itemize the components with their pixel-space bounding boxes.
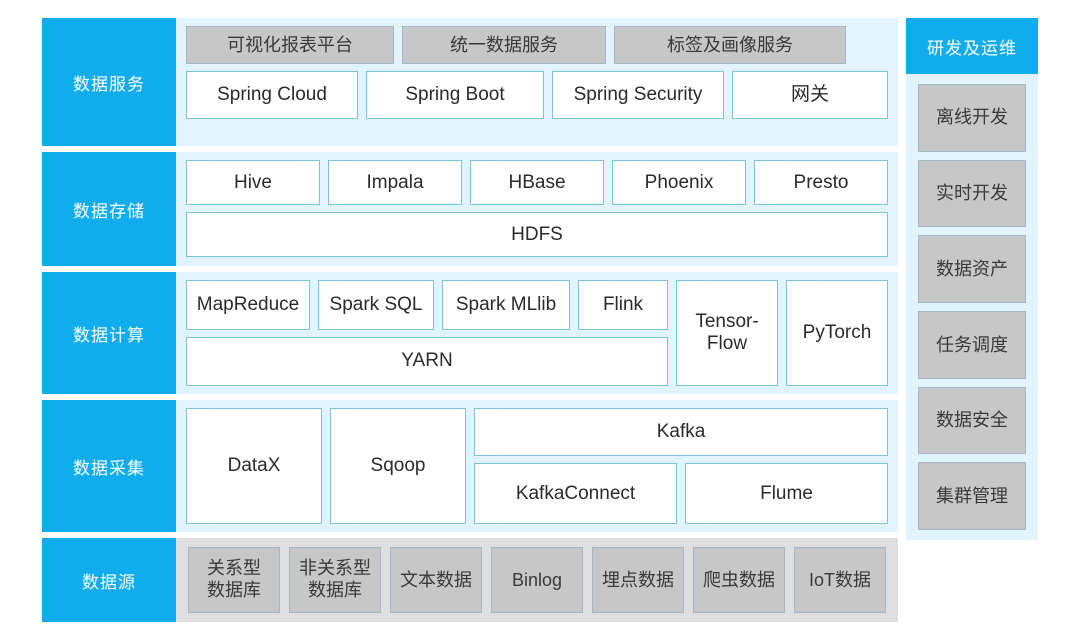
- storage-hdfs-row: HDFS: [186, 212, 888, 257]
- box-kafka[interactable]: Kafka: [474, 408, 888, 456]
- layer-stack: 数据服务 可视化报表平台 统一数据服务 标签及画像服务 Spring Cloud…: [42, 18, 898, 624]
- sidebar-item-data-security[interactable]: 数据安全: [918, 386, 1026, 455]
- service-framework-row: Spring Cloud Spring Boot Spring Security…: [186, 71, 888, 119]
- compute-engine-row: MapReduce Spark SQL Spark MLlib Flink: [186, 280, 668, 330]
- service-platform-row: 可视化报表平台 统一数据服务 标签及画像服务: [186, 26, 888, 64]
- kafka-bottom-row: KafkaConnect Flume: [474, 463, 888, 524]
- compute-main-group: MapReduce Spark SQL Spark MLlib Flink YA…: [186, 280, 668, 386]
- sidebar-item-offline-development[interactable]: 离线开发: [918, 84, 1026, 152]
- layer-label-data-service: 数据服务: [42, 18, 176, 146]
- sidebar-header-devops: 研发及运维: [906, 18, 1038, 74]
- box-sqoop[interactable]: Sqoop: [330, 408, 466, 524]
- box-visual-report-platform[interactable]: 可视化报表平台: [186, 26, 394, 64]
- box-tensorflow[interactable]: Tensor- Flow: [676, 280, 778, 386]
- sidebar-item-list: 离线开发 实时开发 数据资产 任务调度 数据安全 集群管理: [906, 74, 1038, 540]
- box-spring-boot[interactable]: Spring Boot: [366, 71, 544, 119]
- box-mapreduce[interactable]: MapReduce: [186, 280, 310, 330]
- architecture-diagram: 数据服务 可视化报表平台 统一数据服务 标签及画像服务 Spring Cloud…: [0, 0, 1080, 641]
- box-hive[interactable]: Hive: [186, 160, 320, 205]
- box-spark-mllib[interactable]: Spark MLlib: [442, 280, 570, 330]
- layer-body-data-source: 关系型 数据库 非关系型 数据库 文本数据 Binlog 埋点数据 爬虫数据 I…: [176, 538, 898, 622]
- kafka-top-row: Kafka: [474, 408, 888, 456]
- layer-body-data-collect: DataX Sqoop Kafka KafkaConnect Flume: [176, 400, 898, 532]
- box-text-data[interactable]: 文本数据: [390, 547, 482, 613]
- sidebar-item-data-asset[interactable]: 数据资产: [918, 235, 1026, 304]
- layer-body-data-compute: MapReduce Spark SQL Spark MLlib Flink YA…: [176, 272, 898, 394]
- box-crawler-data[interactable]: 爬虫数据: [693, 547, 785, 613]
- box-binlog[interactable]: Binlog: [491, 547, 583, 613]
- layer-body-data-storage: Hive Impala HBase Phoenix Presto HDFS: [176, 152, 898, 266]
- box-unified-data-service[interactable]: 统一数据服务: [402, 26, 606, 64]
- layer-body-data-service: 可视化报表平台 统一数据服务 标签及画像服务 Spring Cloud Spri…: [176, 18, 898, 146]
- box-tag-and-profile-service[interactable]: 标签及画像服务: [614, 26, 846, 64]
- layer-label-data-storage: 数据存储: [42, 152, 176, 266]
- box-spring-security[interactable]: Spring Security: [552, 71, 724, 119]
- devops-sidebar: 研发及运维 离线开发 实时开发 数据资产 任务调度 数据安全 集群管理: [906, 18, 1038, 540]
- box-hdfs[interactable]: HDFS: [186, 212, 888, 257]
- box-presto[interactable]: Presto: [754, 160, 888, 205]
- box-impala[interactable]: Impala: [328, 160, 462, 205]
- box-flink[interactable]: Flink: [578, 280, 668, 330]
- sidebar-item-cluster-management[interactable]: 集群管理: [918, 462, 1026, 531]
- box-datax[interactable]: DataX: [186, 408, 322, 524]
- layer-data-service: 数据服务 可视化报表平台 统一数据服务 标签及画像服务 Spring Cloud…: [42, 18, 898, 146]
- layer-data-storage: 数据存储 Hive Impala HBase Phoenix Presto HD…: [42, 152, 898, 266]
- box-tracking-data[interactable]: 埋点数据: [592, 547, 684, 613]
- box-flume[interactable]: Flume: [685, 463, 888, 524]
- box-spring-cloud[interactable]: Spring Cloud: [186, 71, 358, 119]
- sidebar-item-task-scheduling[interactable]: 任务调度: [918, 311, 1026, 379]
- layer-data-compute: 数据计算 MapReduce Spark SQL Spark MLlib Fli…: [42, 272, 898, 394]
- layer-data-collect: 数据采集 DataX Sqoop Kafka KafkaConnect Flum…: [42, 400, 898, 532]
- compute-yarn-row: YARN: [186, 336, 668, 386]
- storage-engine-row: Hive Impala HBase Phoenix Presto: [186, 160, 888, 205]
- box-relational-database[interactable]: 关系型 数据库: [188, 547, 280, 613]
- box-hbase[interactable]: HBase: [470, 160, 604, 205]
- kafka-group: Kafka KafkaConnect Flume: [474, 408, 888, 524]
- layer-label-data-collect: 数据采集: [42, 400, 176, 532]
- box-spark-sql[interactable]: Spark SQL: [318, 280, 434, 330]
- box-yarn[interactable]: YARN: [186, 336, 668, 386]
- layer-label-data-compute: 数据计算: [42, 272, 176, 394]
- box-gateway[interactable]: 网关: [732, 71, 888, 119]
- box-pytorch[interactable]: PyTorch: [786, 280, 888, 386]
- box-kafkaconnect[interactable]: KafkaConnect: [474, 463, 677, 524]
- sidebar-item-realtime-development[interactable]: 实时开发: [918, 159, 1026, 228]
- box-iot-data[interactable]: IoT数据: [794, 547, 886, 613]
- compute-ml-group: Tensor- Flow PyTorch: [676, 280, 888, 386]
- box-nonrelational-database[interactable]: 非关系型 数据库: [289, 547, 381, 613]
- layer-label-data-source: 数据源: [42, 538, 176, 622]
- layer-data-source: 数据源 关系型 数据库 非关系型 数据库 文本数据 Binlog 埋点数据 爬虫…: [42, 538, 898, 622]
- collect-tool-row: DataX Sqoop Kafka KafkaConnect Flume: [186, 408, 888, 524]
- box-phoenix[interactable]: Phoenix: [612, 160, 746, 205]
- data-source-row: 关系型 数据库 非关系型 数据库 文本数据 Binlog 埋点数据 爬虫数据 I…: [188, 547, 886, 613]
